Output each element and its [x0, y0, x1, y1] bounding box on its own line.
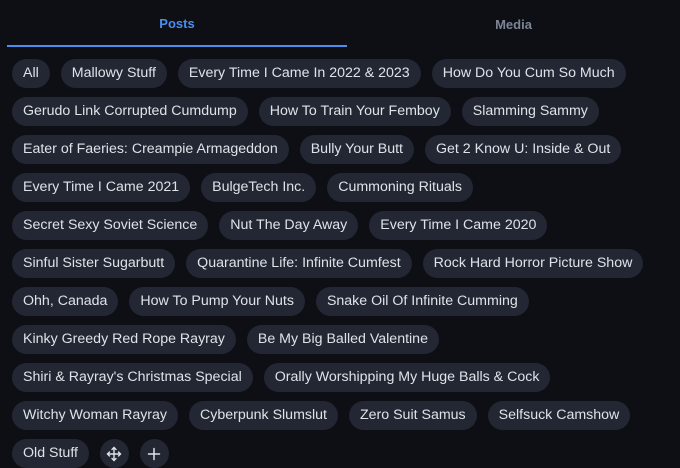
- collection-chip[interactable]: Ohh, Canada: [12, 287, 119, 316]
- plus-icon: [148, 447, 161, 460]
- collection-chip[interactable]: Be My Big Balled Valentine: [246, 325, 439, 354]
- collection-chip[interactable]: Mallowy Stuff: [60, 59, 167, 88]
- collection-chip[interactable]: Bully Your Butt: [299, 135, 414, 164]
- collection-chip[interactable]: How To Pump Your Nuts: [129, 287, 305, 316]
- collection-chip[interactable]: Witchy Woman Rayray: [12, 401, 179, 430]
- chip-all[interactable]: All: [12, 59, 50, 88]
- collection-chip-list: All Mallowy Stuff Every Time I Came In 202…: [12, 59, 672, 468]
- add-collection-button[interactable]: [139, 439, 169, 468]
- tab-media[interactable]: Media: [347, 0, 680, 48]
- collection-chip[interactable]: How Do You Cum So Much: [431, 59, 626, 88]
- collection-chip[interactable]: Get 2 Know U: Inside & Out: [425, 135, 622, 164]
- collection-chip[interactable]: Kinky Greedy Red Rope Rayray: [12, 325, 236, 354]
- collection-chip[interactable]: Every Time I Came 2021: [12, 173, 191, 202]
- collection-chip[interactable]: Quarantine Life: Infinite Cumfest: [186, 249, 412, 278]
- collection-chip[interactable]: Eater of Faeries: Creampie Armageddon: [12, 135, 289, 164]
- collection-chip[interactable]: Gerudo Link Corrupted Cumdump: [12, 97, 248, 126]
- collection-chip[interactable]: Orally Worshipping My Huge Balls & Cock: [263, 363, 551, 392]
- collection-chip[interactable]: Snake Oil Of Infinite Cumming: [315, 287, 529, 316]
- collection-chip[interactable]: Slamming Sammy: [461, 97, 599, 126]
- collection-chip[interactable]: Cummoning Rituals: [327, 173, 473, 202]
- collection-chip[interactable]: Nut The Day Away: [219, 211, 359, 240]
- collection-chip[interactable]: How To Train Your Femboy: [258, 97, 451, 126]
- collection-chip[interactable]: Every Time I Came In 2022 & 2023: [177, 59, 421, 88]
- reorder-button[interactable]: [99, 439, 129, 468]
- collection-chip[interactable]: Cyberpunk Slumslut: [189, 401, 338, 430]
- collection-chip[interactable]: Every Time I Came 2020: [369, 211, 548, 240]
- collection-chip[interactable]: Shiri & Rayray's Christmas Special: [12, 363, 253, 392]
- collection-chip[interactable]: Zero Suit Samus: [348, 401, 477, 430]
- tab-bar: Posts Media: [0, 0, 680, 48]
- collection-chip[interactable]: Selfsuck Camshow: [487, 401, 631, 430]
- move-icon: [107, 446, 122, 461]
- collection-chip[interactable]: BulgeTech Inc.: [201, 173, 317, 202]
- tab-posts[interactable]: Posts: [7, 0, 347, 47]
- collection-chip[interactable]: Old Stuff: [12, 439, 89, 468]
- collection-chip[interactable]: Sinful Sister Sugarbutt: [12, 249, 176, 278]
- collection-chip[interactable]: Rock Hard Horror Picture Show: [422, 249, 644, 278]
- collection-chip[interactable]: Secret Sexy Soviet Science: [12, 211, 209, 240]
